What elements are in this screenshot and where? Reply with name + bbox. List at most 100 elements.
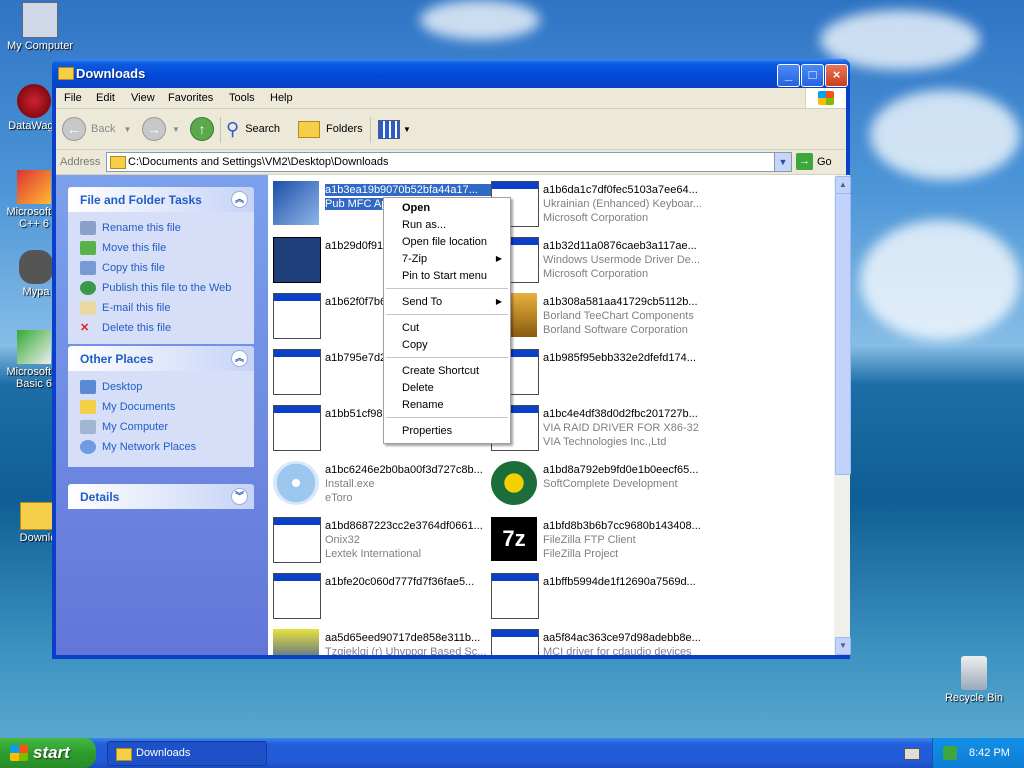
task-move-file[interactable]: Move this file: [80, 238, 244, 258]
task-delete-file[interactable]: ✕ Delete this file: [80, 318, 244, 338]
menu-file[interactable]: File: [64, 92, 82, 104]
back-arrow-icon: ←: [62, 117, 86, 141]
keyboard-icon[interactable]: [904, 748, 920, 760]
file-item[interactable]: a1b6da1c7df0fec5103a7ee64... Ukrainian (…: [489, 179, 707, 229]
scroll-up-button[interactable]: ▲: [835, 176, 851, 194]
delete-icon: ✕: [80, 322, 90, 334]
close-button[interactable]: ×: [825, 64, 848, 87]
file-item[interactable]: a1b32d11a0876caeb3a117ae... Windows User…: [489, 235, 707, 285]
taskbar-item-downloads[interactable]: Downloads: [107, 741, 267, 766]
cloud: [870, 90, 1020, 180]
menu-favorites[interactable]: Favorites: [168, 92, 213, 104]
task-rename-file[interactable]: Rename this file: [80, 218, 244, 238]
address-dropdown-button[interactable]: ▼: [774, 153, 791, 171]
menu-item-run-as[interactable]: Run as...: [384, 217, 510, 234]
datawago-icon: [17, 84, 51, 118]
toolbar-separator: [370, 117, 371, 143]
visual-basic-icon: [17, 330, 51, 364]
vertical-scrollbar[interactable]: ▲ ▼: [834, 175, 851, 655]
menu-item-open[interactable]: Open: [384, 200, 510, 217]
up-folder-button[interactable]: ↑: [190, 117, 214, 141]
file-item[interactable]: a1bffb5994de1f12690a7569d...: [489, 571, 707, 621]
details-header[interactable]: Details ︾: [68, 484, 254, 509]
address-input[interactable]: C:\Documents and Settings\VM2\Desktop\Do…: [106, 152, 792, 172]
back-button[interactable]: ← Back ▼: [62, 117, 131, 141]
menu-item-send-to[interactable]: Send To ▶: [384, 294, 510, 311]
menu-view[interactable]: View: [131, 92, 155, 104]
menu-item-cut[interactable]: Cut: [384, 320, 510, 337]
menu-item-pin-to-start[interactable]: Pin to Start menu: [384, 268, 510, 285]
file-item[interactable]: a1bc6246e2b0ba00f3d727c8b... Install.exe…: [271, 459, 489, 509]
file-item[interactable]: a1bd8687223cc2e3764df0661... Onix32 Lext…: [271, 515, 489, 565]
expand-icon[interactable]: ︾: [231, 488, 248, 505]
menu-separator: [386, 417, 508, 418]
views-button[interactable]: ▼: [378, 117, 411, 141]
file-item[interactable]: a1b985f95ebb332e2dfefd174...: [489, 347, 707, 397]
search-button[interactable]: ⚲ Search: [226, 117, 280, 141]
forward-button[interactable]: → ▼: [142, 117, 180, 141]
setup-icon: [273, 629, 319, 655]
menu-bar: File Edit View Favorites Tools Help: [56, 88, 846, 109]
folder-icon: [58, 67, 74, 80]
menu-item-create-shortcut[interactable]: Create Shortcut: [384, 363, 510, 380]
globe-icon: [80, 281, 96, 295]
collapse-icon[interactable]: ︽: [231, 191, 248, 208]
file-item[interactable]: a1bfe20c060d777fd7f36fae5...: [271, 571, 489, 621]
place-desktop[interactable]: Desktop: [80, 377, 244, 397]
scroll-down-button[interactable]: ▼: [835, 637, 851, 655]
file-item[interactable]: a1bd8a792eb9fd0e1b0eecf65... SoftComplet…: [489, 459, 707, 509]
file-item[interactable]: a1b308a581aa41729cb5112b... Borland TeeC…: [489, 291, 707, 341]
place-my-computer[interactable]: My Computer: [80, 417, 244, 437]
task-publish-file[interactable]: Publish this file to the Web: [80, 278, 244, 298]
desktop-icon-recycle-bin[interactable]: Recycle Bin: [934, 656, 1014, 704]
context-menu: Open Run as... Open file location 7-Zip ▶…: [383, 197, 511, 444]
softcomplete-icon: [491, 461, 537, 505]
task-copy-file[interactable]: Copy this file: [80, 258, 244, 278]
menu-help[interactable]: Help: [270, 92, 293, 104]
file-item[interactable]: aa5f84ac363ce97d98adebb8e... MCI driver …: [489, 627, 707, 655]
folder-icon: [110, 156, 126, 169]
collapse-icon[interactable]: ︽: [231, 350, 248, 367]
file-folder-tasks-panel: File and Folder Tasks ︽ Rename this file…: [68, 187, 254, 344]
file-item[interactable]: 7z a1bfd8b3b6b7cc9680b143408... FileZill…: [489, 515, 707, 565]
application-icon: [273, 349, 321, 395]
file-item[interactable]: aa5d65eed90717de858e311b... Tzgieklgj (r…: [271, 627, 489, 655]
clock[interactable]: 8:42 PM: [969, 747, 1010, 759]
application-icon: [273, 517, 321, 563]
file-folder-tasks-header[interactable]: File and Folder Tasks ︽: [68, 187, 254, 212]
system-tray: 8:42 PM: [932, 738, 1024, 768]
maximize-button[interactable]: □: [801, 64, 824, 87]
folder-icon: [20, 502, 56, 530]
menu-item-7zip[interactable]: 7-Zip ▶: [384, 251, 510, 268]
file-item[interactable]: a1bc4e4df38d0d2fbc201727b... VIA RAID DR…: [489, 403, 707, 453]
menu-tools[interactable]: Tools: [229, 92, 255, 104]
other-places-header[interactable]: Other Places ︽: [68, 346, 254, 371]
scroll-thumb[interactable]: [835, 193, 851, 475]
folders-button[interactable]: Folders: [298, 117, 363, 141]
menu-item-delete[interactable]: Delete: [384, 380, 510, 397]
start-button[interactable]: start: [0, 738, 96, 768]
application-icon: [491, 629, 539, 655]
rename-icon: [80, 221, 96, 235]
chevron-down-icon: ▼: [403, 124, 411, 134]
title-bar[interactable]: Downloads _ □ ×: [52, 59, 850, 88]
menu-separator: [386, 357, 508, 358]
menu-separator: [386, 288, 508, 289]
network-status-icon[interactable]: [943, 746, 957, 760]
email-icon: [80, 301, 96, 315]
task-email-file[interactable]: E-mail this file: [80, 298, 244, 318]
desktop-icon-my-computer[interactable]: My Computer: [0, 2, 80, 52]
go-button[interactable]: → Go: [796, 153, 832, 170]
address-label: Address: [60, 156, 101, 168]
application-icon: [273, 293, 321, 339]
other-places-body: Desktop My Documents My Computer My Netw…: [68, 371, 254, 467]
menu-item-copy[interactable]: Copy: [384, 337, 510, 354]
menu-item-rename[interactable]: Rename: [384, 397, 510, 414]
menu-item-properties[interactable]: Properties: [384, 423, 510, 440]
place-my-documents[interactable]: My Documents: [80, 397, 244, 417]
place-my-network-places[interactable]: My Network Places: [80, 437, 244, 457]
menu-item-open-file-location[interactable]: Open file location: [384, 234, 510, 251]
minimize-button[interactable]: _: [777, 64, 800, 87]
menu-edit[interactable]: Edit: [96, 92, 115, 104]
file-folder-tasks-body: Rename this file Move this file Copy thi…: [68, 212, 254, 344]
